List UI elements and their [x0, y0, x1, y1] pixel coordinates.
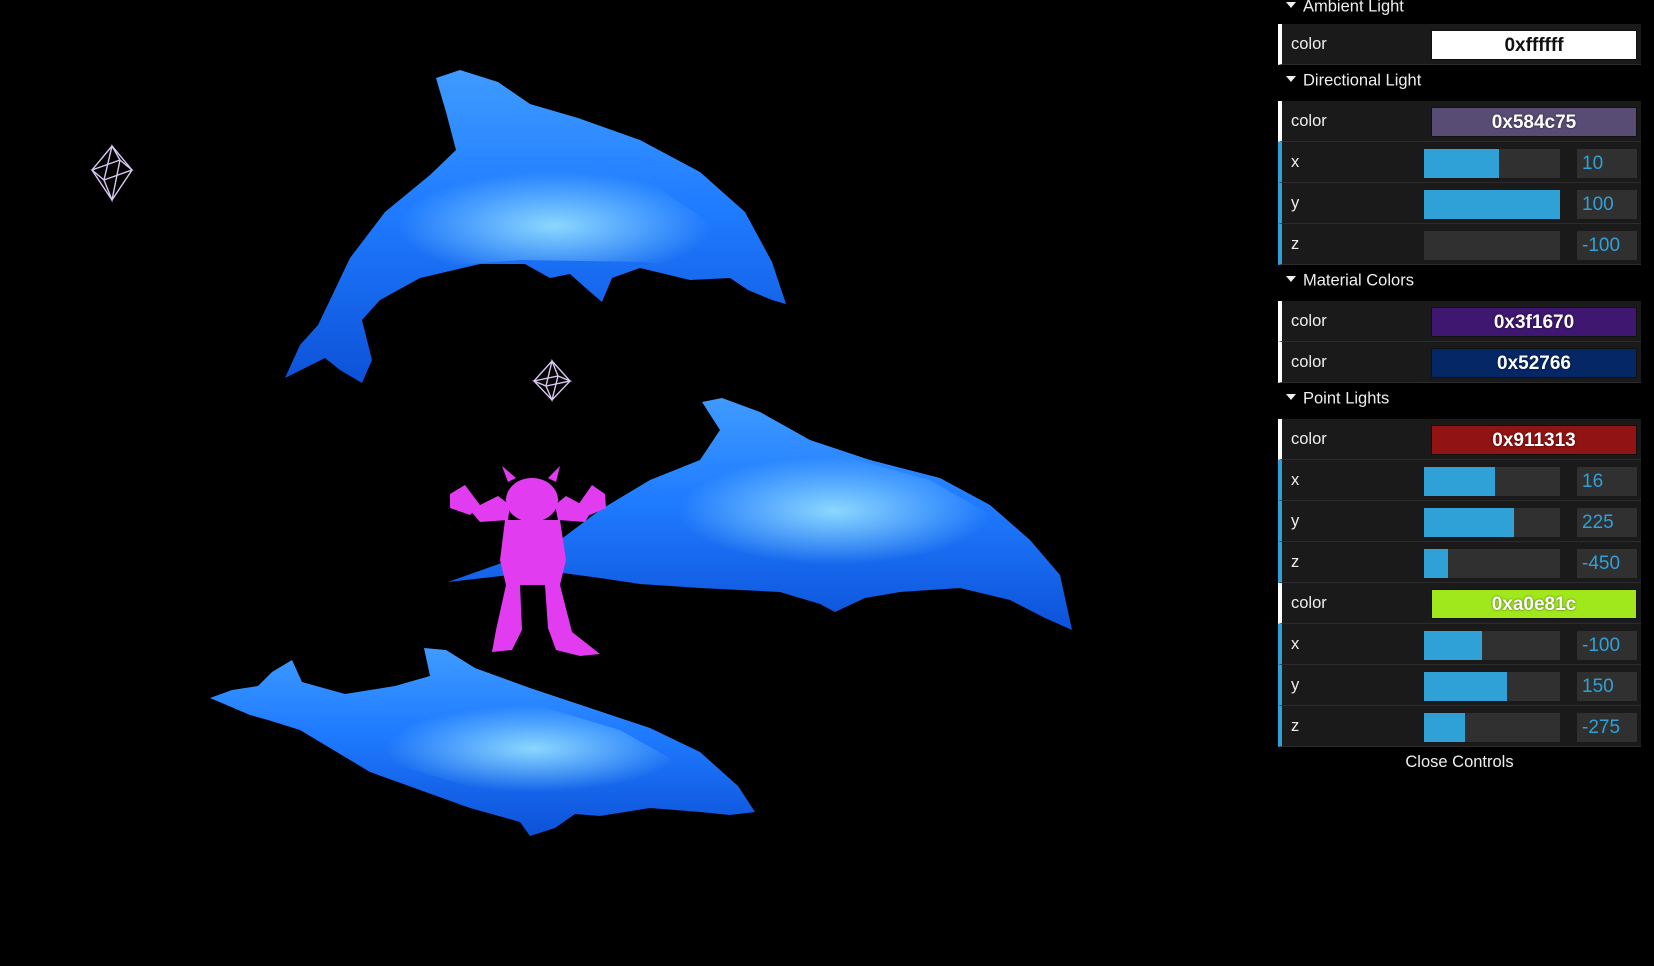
slider[interactable]	[1424, 149, 1560, 178]
folder-title-directional-light[interactable]: Directional Light	[1278, 65, 1641, 101]
controller-label: y	[1291, 676, 1300, 694]
number-input[interactable]: -450	[1577, 549, 1637, 578]
slider[interactable]	[1424, 231, 1560, 260]
number-controller-row: x 10	[1278, 142, 1641, 183]
number-input[interactable]: -100	[1577, 631, 1637, 660]
color-input[interactable]: 0x52766	[1431, 348, 1637, 378]
number-input[interactable]: 150	[1577, 672, 1637, 701]
dolphin-model	[210, 648, 755, 836]
controller-label: color	[1291, 353, 1327, 371]
color-controller-row: color 0xffffff	[1278, 24, 1641, 65]
controller-label: color	[1291, 430, 1327, 448]
controller-label: color	[1291, 594, 1327, 612]
controller-label: x	[1291, 635, 1300, 653]
color-input[interactable]: 0x911313	[1431, 425, 1637, 455]
controller-label: color	[1291, 312, 1327, 330]
number-input[interactable]: 16	[1577, 467, 1637, 496]
number-controller-row: x -100	[1278, 624, 1641, 665]
number-input[interactable]: -275	[1577, 713, 1637, 742]
color-input[interactable]: 0x584c75	[1431, 107, 1637, 137]
color-controller-row: color 0x911313	[1278, 419, 1641, 460]
controller-label: color	[1291, 35, 1327, 53]
controls-panel: Ambient Light color 0xffffff Directional Li…	[1278, 0, 1641, 777]
close-controls-button[interactable]: Close Controls	[1278, 747, 1641, 777]
color-input[interactable]: 0xffffff	[1431, 30, 1637, 60]
number-controller-row: z -275	[1278, 706, 1641, 747]
controller-label: z	[1291, 235, 1300, 253]
controller-label: y	[1291, 194, 1300, 212]
controller-label: y	[1291, 512, 1300, 530]
number-controller-row: z -450	[1278, 542, 1641, 583]
slider-fill	[1424, 508, 1514, 537]
folder-title-label: Point Lights	[1303, 389, 1390, 408]
folder-title-material-colors[interactable]: Material Colors	[1278, 265, 1641, 301]
controller-label: z	[1291, 553, 1300, 571]
slider-fill	[1424, 713, 1465, 742]
caret-down-icon	[1286, 275, 1296, 282]
slider[interactable]	[1424, 190, 1560, 219]
folder-title-point-lights[interactable]: Point Lights	[1278, 383, 1641, 419]
slider[interactable]	[1424, 549, 1560, 578]
color-input[interactable]: 0x3f1670	[1431, 307, 1637, 337]
caret-down-icon	[1286, 1, 1296, 8]
folder-title-label: Directional Light	[1303, 71, 1422, 90]
number-controller-row: x 16	[1278, 460, 1641, 501]
number-controller-row: y 225	[1278, 501, 1641, 542]
color-controller-row: color 0x3f1670	[1278, 301, 1641, 342]
slider-fill	[1424, 631, 1483, 660]
number-input[interactable]: 100	[1577, 190, 1637, 219]
slider[interactable]	[1424, 508, 1560, 537]
caret-down-icon	[1286, 393, 1296, 400]
controller-label: color	[1291, 112, 1327, 130]
number-input[interactable]: 10	[1577, 149, 1637, 178]
slider-fill	[1424, 149, 1499, 178]
slider-fill	[1424, 549, 1449, 578]
folder-title-ambient-light[interactable]: Ambient Light	[1278, 0, 1641, 24]
slider-fill	[1424, 672, 1507, 701]
slider-fill	[1424, 190, 1560, 219]
color-controller-row: color 0x584c75	[1278, 101, 1641, 142]
color-controller-row: color 0xa0e81c	[1278, 583, 1641, 624]
point-light-helper-icon	[531, 358, 573, 403]
controller-label: z	[1291, 717, 1300, 735]
folder-title-label: Ambient Light	[1303, 0, 1404, 16]
number-input[interactable]: -100	[1577, 231, 1637, 260]
slider-fill	[1424, 467, 1495, 496]
slider[interactable]	[1424, 631, 1560, 660]
point-light-helper-icon	[90, 144, 134, 203]
controller-label: x	[1291, 153, 1300, 171]
slider[interactable]	[1424, 467, 1560, 496]
number-input[interactable]: 225	[1577, 508, 1637, 537]
dolphin-model	[285, 70, 786, 383]
caret-down-icon	[1286, 75, 1296, 82]
folder-title-label: Material Colors	[1303, 271, 1414, 290]
number-controller-row: y 100	[1278, 183, 1641, 224]
controller-label: x	[1291, 471, 1300, 489]
color-input[interactable]: 0xa0e81c	[1431, 589, 1637, 619]
slider[interactable]	[1424, 713, 1560, 742]
number-controller-row: y 150	[1278, 665, 1641, 706]
slider[interactable]	[1424, 672, 1560, 701]
number-controller-row: z -100	[1278, 224, 1641, 265]
color-controller-row: color 0x52766	[1278, 342, 1641, 383]
